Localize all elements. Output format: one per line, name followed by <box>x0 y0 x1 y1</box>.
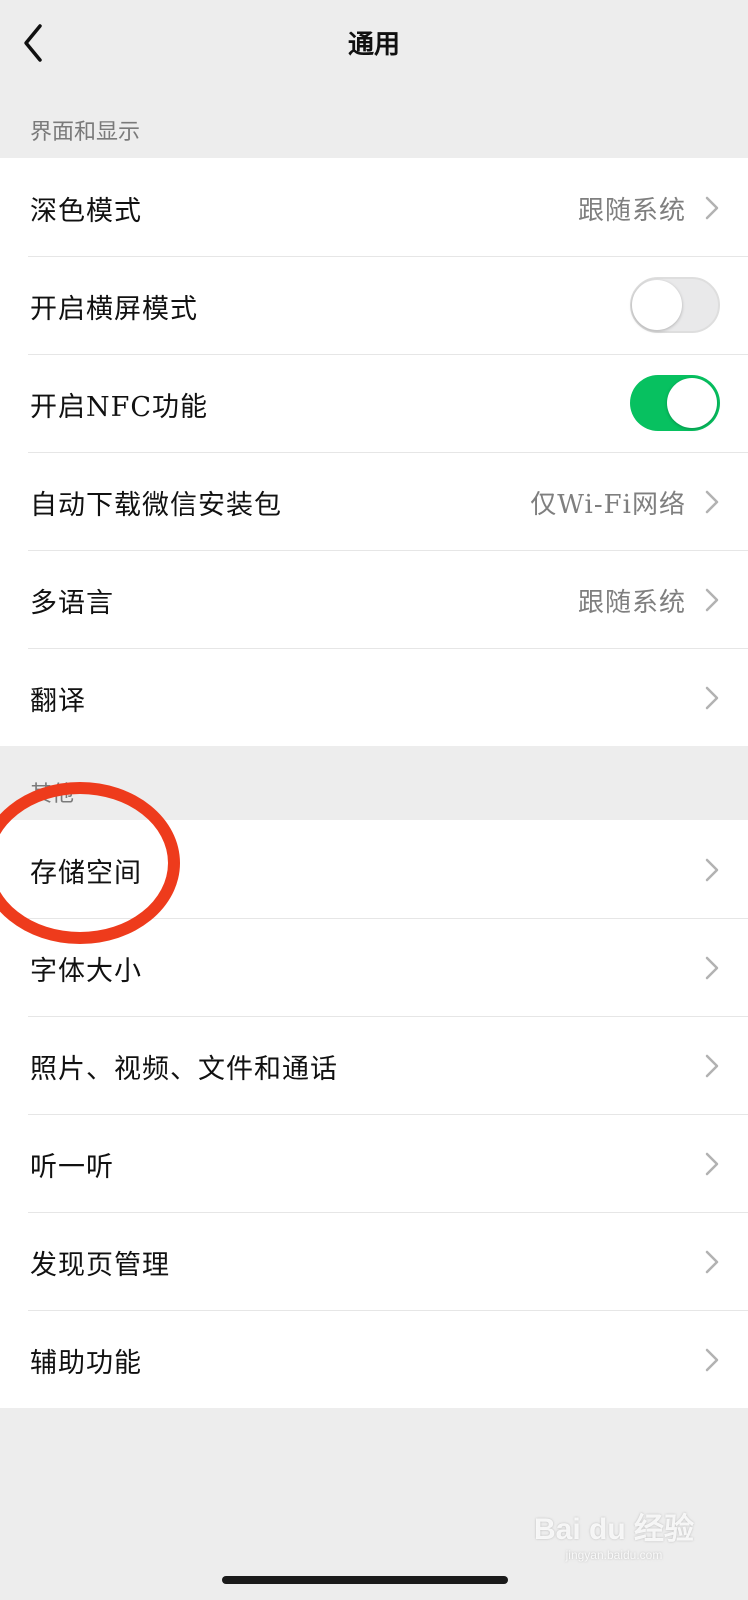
chevron-right-icon <box>705 686 719 710</box>
watermark-text: Bai du 经验 <box>533 1513 694 1546</box>
nfc-toggle[interactable] <box>630 375 720 431</box>
chevron-right-icon <box>705 956 719 980</box>
landscape-mode-toggle[interactable] <box>630 277 720 333</box>
page-title: 通用 <box>347 30 400 60</box>
row-label: 开启横屏模式 <box>30 294 198 325</box>
row-landscape-mode: 开启横屏模式 <box>0 256 748 354</box>
chevron-right-icon <box>705 1250 719 1274</box>
navigation-bar: 通用 <box>0 0 748 88</box>
row-discover-management[interactable]: 发现页管理 <box>0 1212 748 1310</box>
toggle-knob <box>667 378 717 428</box>
row-value: 跟随系统 <box>577 588 686 618</box>
chevron-right-icon <box>705 1054 719 1078</box>
chevron-right-icon <box>705 858 719 882</box>
row-nfc: 开启NFC功能 <box>0 354 748 452</box>
chevron-right-icon <box>705 1152 719 1176</box>
row-label: 自动下载微信安装包 <box>30 490 282 521</box>
home-indicator[interactable] <box>222 1576 508 1584</box>
row-accessibility[interactable]: 辅助功能 <box>0 1310 748 1408</box>
row-label: 发现页管理 <box>30 1250 170 1281</box>
watermark-sub: jingyan.baidu.com <box>565 1548 663 1562</box>
row-label: 翻译 <box>30 686 86 717</box>
section-header-display: 界面和显示 <box>30 120 141 145</box>
row-value: 仅Wi-Fi网络 <box>530 490 686 520</box>
row-listen[interactable]: 听一听 <box>0 1114 748 1212</box>
chevron-right-icon <box>705 196 719 220</box>
row-dark-mode[interactable]: 深色模式 跟随系统 <box>0 158 748 256</box>
row-translate[interactable]: 翻译 <box>0 648 748 746</box>
row-label: 开启NFC功能 <box>30 392 209 423</box>
row-label: 字体大小 <box>30 956 142 987</box>
row-auto-download[interactable]: 自动下载微信安装包 仅Wi-Fi网络 <box>0 452 748 550</box>
settings-group-display: 深色模式 跟随系统 开启横屏模式 开启NFC功能 自动下载微信安装包 仅Wi-F… <box>0 158 748 746</box>
row-label: 深色模式 <box>30 196 142 227</box>
row-label: 听一听 <box>30 1152 114 1183</box>
row-label: 多语言 <box>30 588 114 619</box>
row-label: 辅助功能 <box>30 1348 142 1379</box>
row-media-calls[interactable]: 照片、视频、文件和通话 <box>0 1016 748 1114</box>
chevron-right-icon <box>705 588 719 612</box>
row-label: 照片、视频、文件和通话 <box>30 1054 338 1085</box>
chevron-right-icon <box>705 1348 719 1372</box>
baidu-watermark: Bai du 经验 jingyan.baidu.com <box>534 1504 694 1562</box>
row-language[interactable]: 多语言 跟随系统 <box>0 550 748 648</box>
toggle-knob <box>632 280 682 330</box>
row-value: 跟随系统 <box>577 196 686 226</box>
chevron-right-icon <box>705 490 719 514</box>
